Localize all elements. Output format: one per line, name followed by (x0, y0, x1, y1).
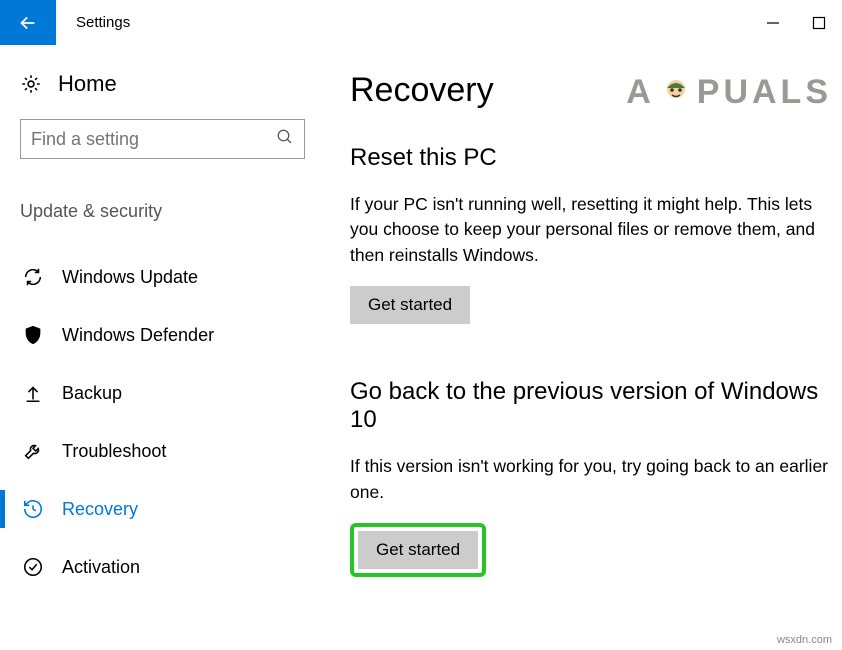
sync-icon (22, 266, 44, 288)
sidebar-item-label: Backup (62, 383, 122, 404)
maximize-icon (812, 16, 826, 30)
sidebar-item-label: Activation (62, 557, 140, 578)
sidebar: Home Update & security Windows Update Wi… (0, 45, 320, 650)
arrow-left-icon (17, 12, 39, 34)
window-title: Settings (76, 14, 130, 31)
minimize-button[interactable] (750, 0, 796, 45)
main-panel: A PUALS Recovery Reset this PC If your P… (320, 45, 842, 650)
footer-attribution: wsxdn.com (777, 634, 832, 646)
goback-description: If this version isn't working for you, t… (350, 454, 830, 505)
sidebar-item-activation[interactable]: Activation (20, 538, 320, 596)
minimize-icon (766, 16, 780, 30)
check-circle-icon (22, 556, 44, 578)
reset-heading: Reset this PC (350, 144, 832, 172)
search-box[interactable] (20, 119, 305, 159)
home-button[interactable]: Home (20, 71, 320, 97)
gear-icon (20, 73, 42, 95)
sidebar-item-troubleshoot[interactable]: Troubleshoot (20, 422, 320, 480)
maximize-button[interactable] (796, 0, 842, 45)
sidebar-item-backup[interactable]: Backup (20, 364, 320, 422)
goback-get-started-button[interactable]: Get started (358, 531, 478, 569)
search-icon (276, 128, 294, 150)
home-label: Home (58, 71, 117, 97)
sidebar-item-label: Recovery (62, 499, 138, 520)
sidebar-item-label: Troubleshoot (62, 441, 166, 462)
sidebar-item-label: Windows Update (62, 267, 198, 288)
reset-get-started-button[interactable]: Get started (350, 286, 470, 324)
search-input[interactable] (31, 129, 276, 150)
goback-heading: Go back to the previous version of Windo… (350, 378, 832, 434)
backup-icon (22, 382, 44, 404)
sidebar-item-windows-update[interactable]: Windows Update (20, 248, 320, 306)
reset-description: If your PC isn't running well, resetting… (350, 192, 830, 268)
titlebar: Settings (0, 0, 842, 45)
history-icon (22, 498, 44, 520)
highlight-box: Get started (350, 523, 486, 577)
sidebar-item-recovery[interactable]: Recovery (20, 480, 320, 538)
back-button[interactable] (0, 0, 56, 45)
shield-icon (22, 324, 44, 346)
wrench-icon (22, 440, 44, 462)
sidebar-item-label: Windows Defender (62, 325, 214, 346)
sidebar-item-windows-defender[interactable]: Windows Defender (20, 306, 320, 364)
watermark-logo: A PUALS (626, 73, 832, 112)
category-heading: Update & security (20, 201, 320, 222)
